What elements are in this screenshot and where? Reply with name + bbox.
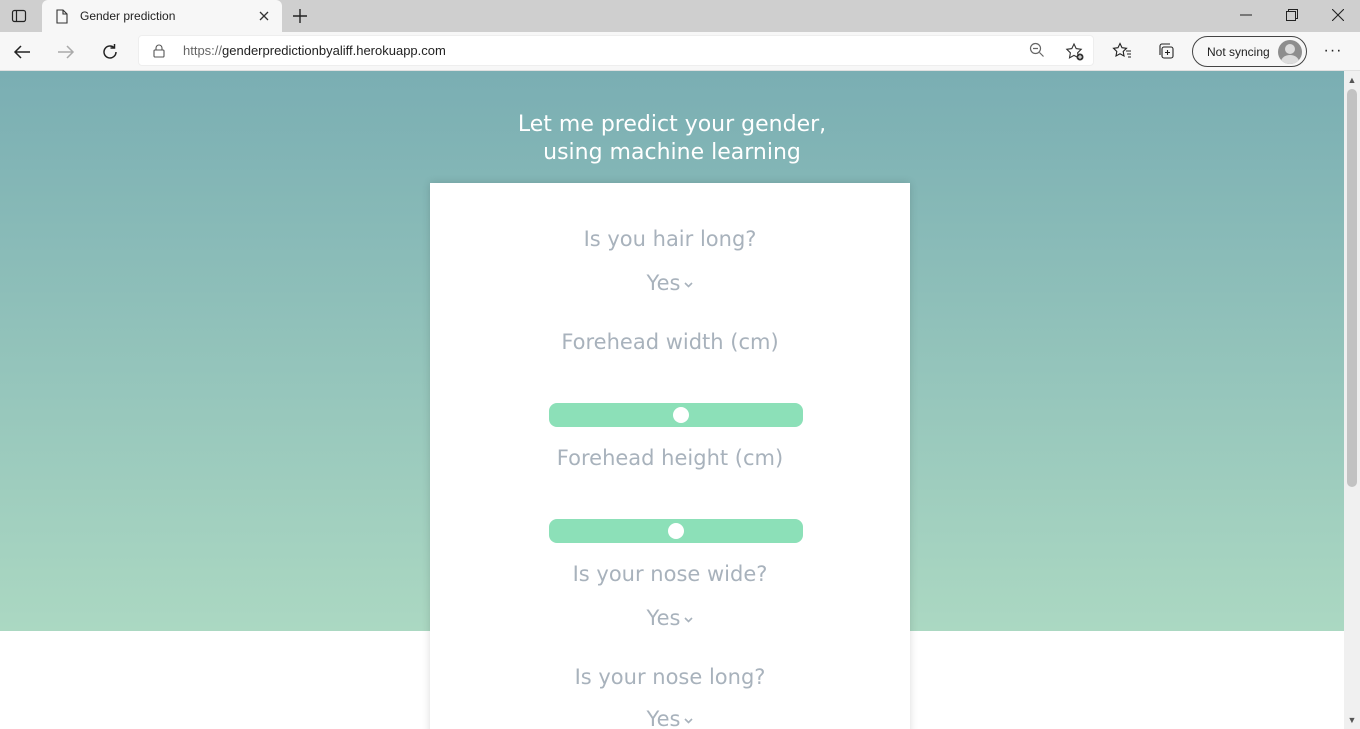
slider-thumb[interactable] <box>673 407 689 423</box>
hair-select-value: Yes <box>646 271 681 295</box>
address-bar[interactable]: https://genderpredictionbyaliff.herokuap… <box>138 35 1094 66</box>
url-scheme: https:// <box>183 43 223 58</box>
tab-actions-icon[interactable] <box>8 6 30 26</box>
close-tab-icon[interactable] <box>252 4 276 28</box>
favorites-icon[interactable] <box>1111 40 1133 62</box>
zoom-out-icon[interactable] <box>1029 42 1047 60</box>
forehead-width-label: Forehead width (cm) <box>561 330 779 354</box>
prediction-form-card: Is you hair long? Yes Forehead width (cm… <box>430 183 910 729</box>
hair-question-label: Is you hair long? <box>583 227 757 251</box>
chevron-down-icon <box>684 613 694 626</box>
chevron-down-icon <box>684 278 694 291</box>
forehead-height-slider[interactable] <box>549 519 803 543</box>
new-tab-icon[interactable] <box>288 4 312 28</box>
nose-long-question-label: Is your nose long? <box>574 665 766 689</box>
active-tab[interactable]: Gender prediction <box>42 0 282 32</box>
refresh-icon[interactable] <box>94 36 126 68</box>
hair-select[interactable]: Yes <box>430 271 910 295</box>
scroll-up-icon[interactable]: ▲ <box>1347 75 1357 85</box>
page-icon <box>54 8 70 24</box>
scrollbar-thumb[interactable] <box>1347 89 1357 487</box>
forehead-height-label: Forehead height (cm) <box>556 446 784 470</box>
tab-title: Gender prediction <box>80 9 176 23</box>
restore-icon[interactable] <box>1269 0 1315 30</box>
browser-toolbar: https://genderpredictionbyaliff.herokuap… <box>0 32 1360 71</box>
page-viewport: Let me predict your gender, using machin… <box>0 71 1344 729</box>
nose-wide-select-value: Yes <box>646 606 681 630</box>
nose-long-select-value: Yes <box>646 707 681 729</box>
url-text[interactable]: https://genderpredictionbyaliff.herokuap… <box>183 43 446 58</box>
page-scrollbar[interactable]: ▲ ▼ <box>1344 71 1360 729</box>
nose-wide-select[interactable]: Yes <box>430 606 910 630</box>
back-icon[interactable] <box>6 36 38 68</box>
minimize-icon[interactable] <box>1223 0 1269 30</box>
tab-bar: Gender prediction <box>0 0 1360 32</box>
collections-icon[interactable] <box>1155 40 1177 62</box>
nose-long-select[interactable]: Yes <box>430 707 910 729</box>
forward-icon[interactable] <box>50 36 82 68</box>
avatar <box>1278 39 1302 64</box>
add-favorite-icon[interactable] <box>1065 42 1085 62</box>
page-heading: Let me predict your gender, using machin… <box>0 111 1344 167</box>
heading-line-2: using machine learning <box>543 140 801 165</box>
scroll-down-icon[interactable]: ▼ <box>1347 715 1357 725</box>
forehead-width-slider[interactable] <box>549 403 803 427</box>
more-options-icon[interactable]: ··· <box>1322 40 1344 62</box>
url-host: genderpredictionbyaliff.herokuapp.com <box>222 43 446 58</box>
slider-thumb[interactable] <box>668 523 684 539</box>
sync-status-button[interactable]: Not syncing <box>1192 36 1307 67</box>
chevron-down-icon <box>684 714 694 727</box>
nose-wide-question-label: Is your nose wide? <box>572 562 768 586</box>
close-window-icon[interactable] <box>1315 0 1360 30</box>
sync-label: Not syncing <box>1207 44 1270 59</box>
heading-line-1: Let me predict your gender, <box>517 112 827 137</box>
lock-icon[interactable] <box>151 43 167 59</box>
